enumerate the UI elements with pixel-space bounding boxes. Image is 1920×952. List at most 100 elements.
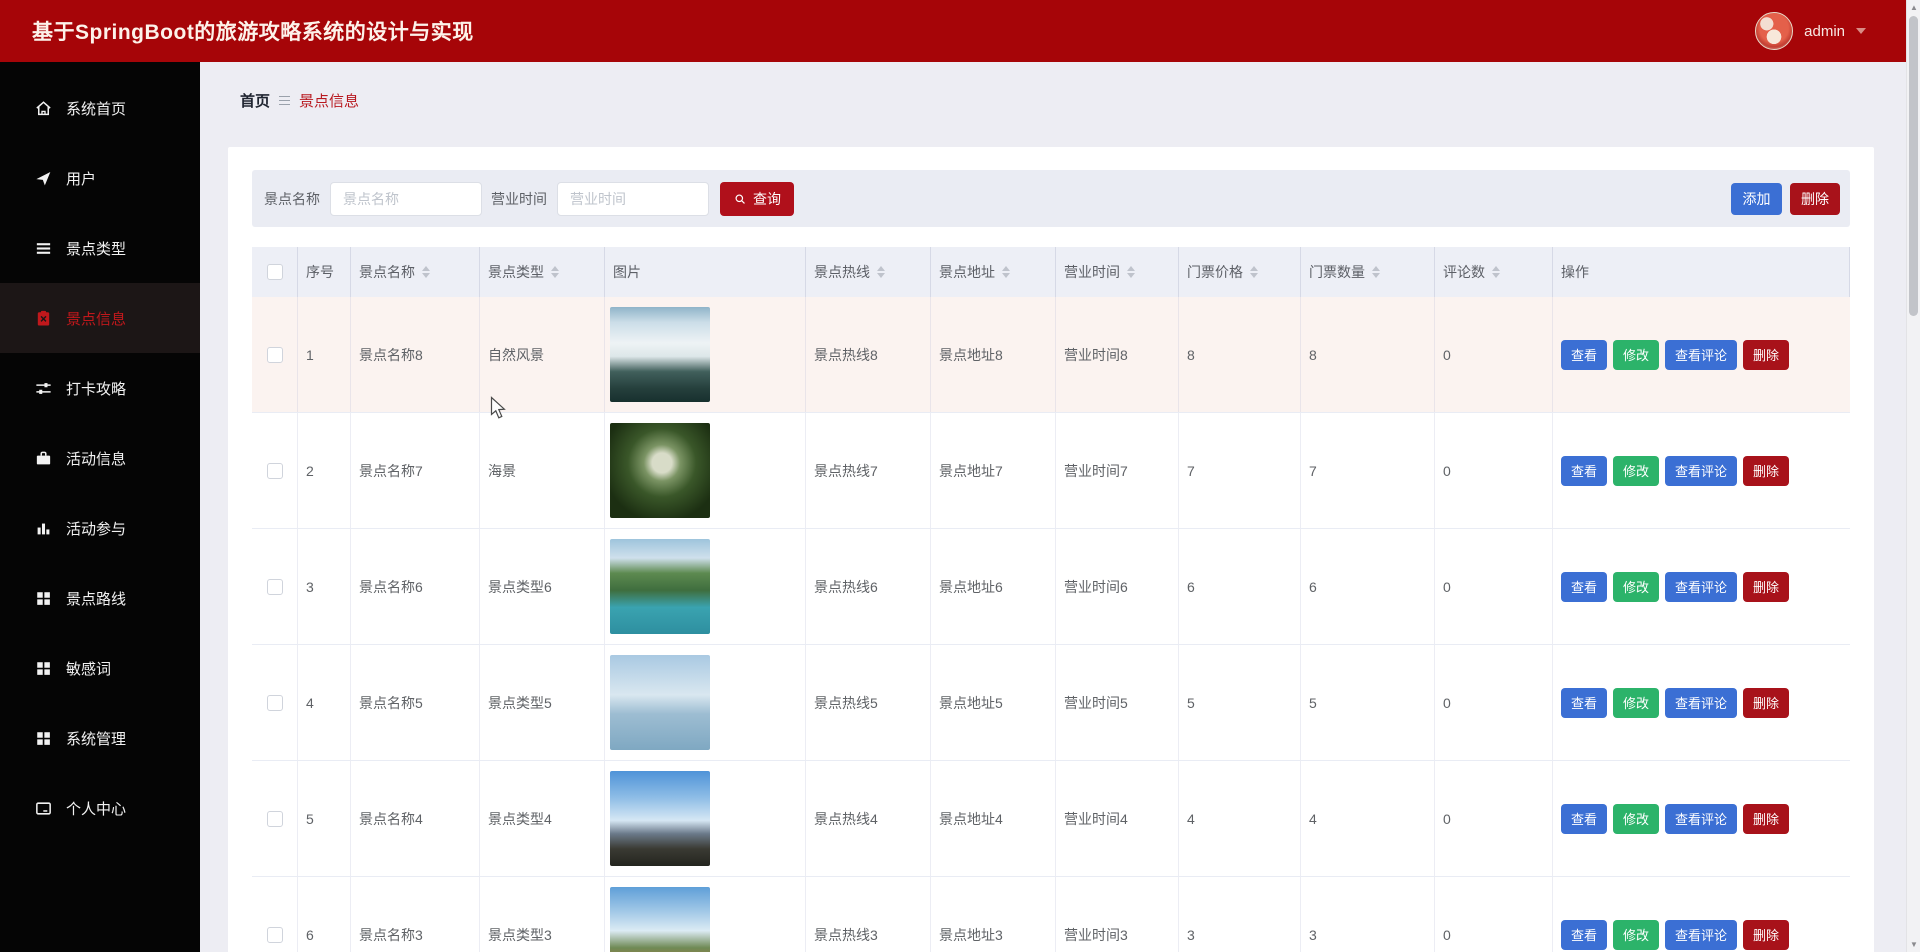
cell-address: 景点地址7	[931, 413, 1056, 528]
thumbnail-image-leaf-badge	[610, 423, 710, 518]
scrollbar-up-icon[interactable]: ▲	[1907, 0, 1920, 15]
sort-icon[interactable]	[1492, 266, 1500, 278]
cell-image	[605, 877, 806, 952]
sidebar-item-spot-route[interactable]: 景点路线	[0, 563, 200, 633]
sort-icon[interactable]	[1127, 266, 1135, 278]
sidebar-item-users[interactable]: 用户	[0, 143, 200, 213]
delete-button[interactable]: 删除	[1743, 339, 1790, 370]
header-cell-price[interactable]: 门票价格	[1179, 247, 1301, 297]
breadcrumb-current[interactable]: 景点信息	[299, 90, 359, 111]
sidebar-item-checkin-guide[interactable]: 打卡攻略	[0, 353, 200, 423]
view-button[interactable]: 查看	[1561, 803, 1608, 834]
view-comments-button[interactable]: 查看评论	[1665, 571, 1738, 602]
edit-button[interactable]: 修改	[1613, 339, 1660, 370]
sort-icon[interactable]	[877, 266, 885, 278]
header-cell-hotline[interactable]: 景点热线	[806, 247, 931, 297]
view-button[interactable]: 查看	[1561, 455, 1608, 486]
header-cell-address[interactable]: 景点地址	[931, 247, 1056, 297]
table-body: 1 景点名称8 自然风景 景点热线8 景点地址8 营业时间8 8 8 0 查看 修改 查看评论 删除 2…	[252, 297, 1850, 952]
row-checkbox[interactable]	[266, 346, 283, 363]
cell-quantity: 6	[1301, 529, 1435, 644]
delete-button[interactable]: 删除	[1743, 455, 1790, 486]
row-checkbox[interactable]	[266, 694, 283, 711]
search-hours-input[interactable]	[557, 181, 709, 216]
delete-button[interactable]: 删除	[1743, 687, 1790, 718]
delete-button[interactable]: 删除	[1743, 803, 1790, 834]
thumbnail-image-temple	[610, 771, 710, 866]
header-cell-hours[interactable]: 营业时间	[1056, 247, 1179, 297]
sidebar-item-activity-info[interactable]: 活动信息	[0, 423, 200, 493]
table-row: 1 景点名称8 自然风景 景点热线8 景点地址8 营业时间8 8 8 0 查看 修改 查看评论 删除	[252, 297, 1850, 413]
row-checkbox[interactable]	[266, 462, 283, 479]
cell-type: 景点类型6	[480, 529, 605, 644]
cell-price: 6	[1179, 529, 1301, 644]
view-button[interactable]: 查看	[1561, 687, 1608, 718]
table-header: 序号 景点名称 景点类型 图片 景点热线 景点地址 营业时间 门票价格 门票数量…	[252, 247, 1850, 297]
header-cell-type[interactable]: 景点类型	[480, 247, 605, 297]
view-comments-button[interactable]: 查看评论	[1665, 919, 1738, 950]
table-row: 4 景点名称5 景点类型5 景点热线5 景点地址5 营业时间5 5 5 0 查看 修改 查看评论 删除	[252, 645, 1850, 761]
search-icon	[735, 193, 745, 204]
edit-button[interactable]: 修改	[1613, 455, 1660, 486]
delete-button[interactable]: 删除	[1790, 182, 1840, 215]
sidebar-item-spot-type[interactable]: 景点类型	[0, 213, 200, 283]
cell-quantity: 3	[1301, 877, 1435, 952]
cell-type: 景点类型3	[480, 877, 605, 952]
header-cell-name[interactable]: 景点名称	[351, 247, 480, 297]
sort-icon[interactable]	[1372, 266, 1380, 278]
sidebar-item-sensitive-words[interactable]: 敏感词	[0, 633, 200, 703]
scrollbar-down-icon[interactable]: ▼	[1907, 937, 1920, 952]
cell-address: 景点地址3	[931, 877, 1056, 952]
cell-comments: 0	[1435, 297, 1553, 412]
view-comments-button[interactable]: 查看评论	[1665, 803, 1738, 834]
sidebar-item-home[interactable]: 系统首页	[0, 73, 200, 143]
sidebar-item-system-manage[interactable]: 系统管理	[0, 703, 200, 773]
delete-button[interactable]: 删除	[1743, 571, 1790, 602]
sidebar-item-activity-join[interactable]: 活动参与	[0, 493, 200, 563]
header-cell-index: 序号	[298, 247, 351, 297]
header-cell-ops: 操作	[1553, 247, 1850, 297]
search-name-input[interactable]	[330, 181, 482, 216]
breadcrumb-home[interactable]: 首页	[240, 90, 270, 111]
cell-ops: 查看 修改 查看评论 删除	[1553, 297, 1850, 412]
view-button[interactable]: 查看	[1561, 339, 1608, 370]
breadcrumb: 首页 景点信息	[240, 90, 359, 111]
sort-icon[interactable]	[422, 266, 430, 278]
cell-type: 景点类型4	[480, 761, 605, 876]
sort-icon[interactable]	[551, 266, 559, 278]
sort-icon[interactable]	[1002, 266, 1010, 278]
search-button[interactable]: 查询	[720, 181, 794, 216]
edit-button[interactable]: 修改	[1613, 919, 1660, 950]
sidebar-item-spot-info[interactable]: 景点信息	[0, 283, 200, 353]
edit-button[interactable]: 修改	[1613, 803, 1660, 834]
table-row: 2 景点名称7 海景 景点热线7 景点地址7 营业时间7 7 7 0 查看 修改 查看评论 删除	[252, 413, 1850, 529]
header-cell-comments[interactable]: 评论数	[1435, 247, 1553, 297]
delete-button[interactable]: 删除	[1743, 919, 1790, 950]
edit-button[interactable]: 修改	[1613, 571, 1660, 602]
scrollbar[interactable]: ▲ ▼	[1906, 0, 1920, 952]
view-button[interactable]: 查看	[1561, 571, 1608, 602]
sidebar-item-personal-center[interactable]: 个人中心	[0, 773, 200, 843]
header-cell-quantity[interactable]: 门票数量	[1301, 247, 1435, 297]
select-all-checkbox[interactable]	[266, 264, 283, 280]
row-checkbox[interactable]	[266, 926, 283, 943]
view-comments-button[interactable]: 查看评论	[1665, 339, 1738, 370]
sliders-icon	[34, 379, 53, 398]
cell-image	[605, 529, 806, 644]
avatar[interactable]	[1755, 12, 1794, 50]
edit-button[interactable]: 修改	[1613, 687, 1660, 718]
row-checkbox[interactable]	[266, 578, 283, 595]
cell-ops: 查看 修改 查看评论 删除	[1553, 761, 1850, 876]
cell-comments: 0	[1435, 761, 1553, 876]
cell-type: 景点类型5	[480, 645, 605, 760]
add-button[interactable]: 添加	[1731, 182, 1782, 215]
sort-icon[interactable]	[1250, 266, 1258, 278]
scrollbar-thumb[interactable]	[1909, 16, 1918, 316]
view-button[interactable]: 查看	[1561, 919, 1608, 950]
cell-index: 5	[298, 761, 351, 876]
view-comments-button[interactable]: 查看评论	[1665, 455, 1738, 486]
user-menu[interactable]: admin	[1755, 0, 1866, 62]
cell-image	[605, 413, 806, 528]
row-checkbox[interactable]	[266, 810, 283, 827]
view-comments-button[interactable]: 查看评论	[1665, 687, 1738, 718]
